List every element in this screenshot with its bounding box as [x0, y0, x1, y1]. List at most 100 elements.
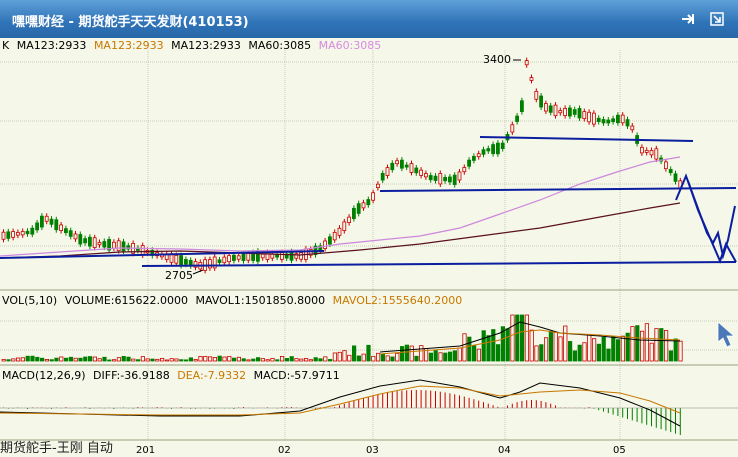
volume-bar: [332, 352, 338, 362]
candle-body: [279, 252, 284, 260]
candle-body: [476, 153, 481, 158]
high-price-label: 3400: [483, 53, 511, 66]
volume-bar: [596, 343, 602, 362]
candle-body: [611, 118, 615, 123]
dea-line: [0, 385, 681, 416]
volume-bar: [616, 339, 621, 362]
volume-bar: [548, 330, 554, 362]
pin-icon[interactable]: [678, 9, 698, 29]
volume-bar: [664, 330, 669, 362]
candle-body: [664, 161, 668, 170]
candle-body: [668, 169, 673, 174]
candle-body: [236, 255, 241, 260]
volume-bar: [88, 356, 93, 362]
candle-body: [471, 155, 476, 161]
volume-bar: [327, 359, 333, 362]
cursor-icon: [717, 321, 736, 348]
volume-bar: [318, 358, 323, 362]
volume-bar: [6, 359, 11, 362]
candle-body: [524, 60, 529, 66]
volume-bar: [83, 356, 88, 362]
volume-bar: [568, 341, 573, 362]
volume-bar: [399, 346, 405, 362]
candle-body: [606, 119, 611, 124]
restore-icon[interactable]: [707, 9, 727, 29]
volume-bar: [356, 355, 362, 362]
volume-bar: [380, 354, 386, 362]
chart-area[interactable]: 3400 2705 201 02 03 04 05 K MA123:2933 M…: [0, 38, 738, 457]
volume-bar: [222, 356, 227, 362]
volume-bar: [73, 357, 78, 362]
volume-bar: [227, 356, 232, 362]
volume-bar: [68, 356, 73, 362]
volume-bar: [231, 357, 237, 362]
candle-body: [1, 231, 6, 240]
candle-body: [342, 221, 347, 232]
candle-body: [179, 255, 184, 266]
volume-bar: [428, 352, 434, 362]
volume-bar: [361, 353, 366, 362]
volume-bar: [270, 357, 275, 362]
volume-bar: [414, 355, 419, 362]
candle-body: [534, 90, 539, 100]
candle-body: [97, 242, 102, 246]
volume-bar: [351, 345, 357, 362]
volume-bar: [15, 357, 21, 362]
candle-body: [92, 237, 97, 248]
volume-bar: [539, 344, 544, 362]
volume-bar: [246, 359, 251, 362]
volume-bar: [78, 357, 83, 362]
volume-bar: [20, 357, 26, 362]
candle-body: [553, 104, 558, 117]
volume-bar: [275, 359, 280, 362]
candle-body: [222, 256, 227, 264]
volume-bar: [188, 357, 193, 362]
candle-body: [347, 216, 352, 223]
ma-legend-item: MA60:3085: [318, 39, 382, 52]
candle-body: [380, 172, 385, 181]
volume-bar: [409, 345, 414, 362]
candle-body: [40, 215, 44, 228]
candle-body: [323, 240, 328, 249]
volume-bar: [635, 325, 640, 362]
vol-legend-item: VOLUME:615622.0000: [64, 294, 188, 307]
macd-legend-item: MACD(12,26,9): [2, 369, 86, 382]
volume-bar: [592, 338, 597, 362]
candle-body: [289, 251, 294, 261]
candle-body: [433, 175, 438, 181]
candle-body: [375, 183, 380, 189]
volume-bar: [577, 344, 582, 362]
ma-legend-item: MA123:2933: [171, 39, 241, 52]
candle-body: [275, 254, 280, 258]
volume-bar: [49, 359, 54, 362]
volume-bar: [313, 357, 318, 362]
candle-body: [481, 149, 486, 155]
candle-body: [217, 259, 222, 263]
candle-body: [419, 169, 424, 176]
volume-bar: [193, 359, 198, 362]
candle-body: [207, 259, 212, 269]
volume-bar: [534, 345, 539, 362]
candle-body: [462, 167, 467, 173]
volume-bar: [131, 358, 136, 362]
volume-bar: [54, 357, 59, 362]
price-legend: K MA123:2933 MA123:2933 MA123:2933 MA60:…: [2, 39, 385, 52]
volume-bar: [183, 359, 189, 362]
volume-bar: [668, 350, 674, 362]
candle-body: [414, 167, 419, 174]
candle-body: [366, 199, 371, 206]
candle-body: [649, 150, 654, 156]
volume-bar: [347, 354, 352, 362]
window-title: 嘿嘿财经 - 期货舵手天天发财(410153): [12, 15, 249, 30]
volume-bar: [558, 336, 563, 362]
candle-body: [20, 231, 25, 236]
candle-body: [457, 171, 462, 181]
candle-body: [592, 112, 596, 125]
volume-bar: [476, 348, 482, 362]
volume-bar: [385, 355, 390, 362]
candle-body: [30, 227, 35, 235]
volume-bar: [198, 355, 203, 362]
candle-body: [83, 238, 87, 244]
volume-bar: [601, 336, 606, 362]
candle-body: [183, 259, 188, 265]
